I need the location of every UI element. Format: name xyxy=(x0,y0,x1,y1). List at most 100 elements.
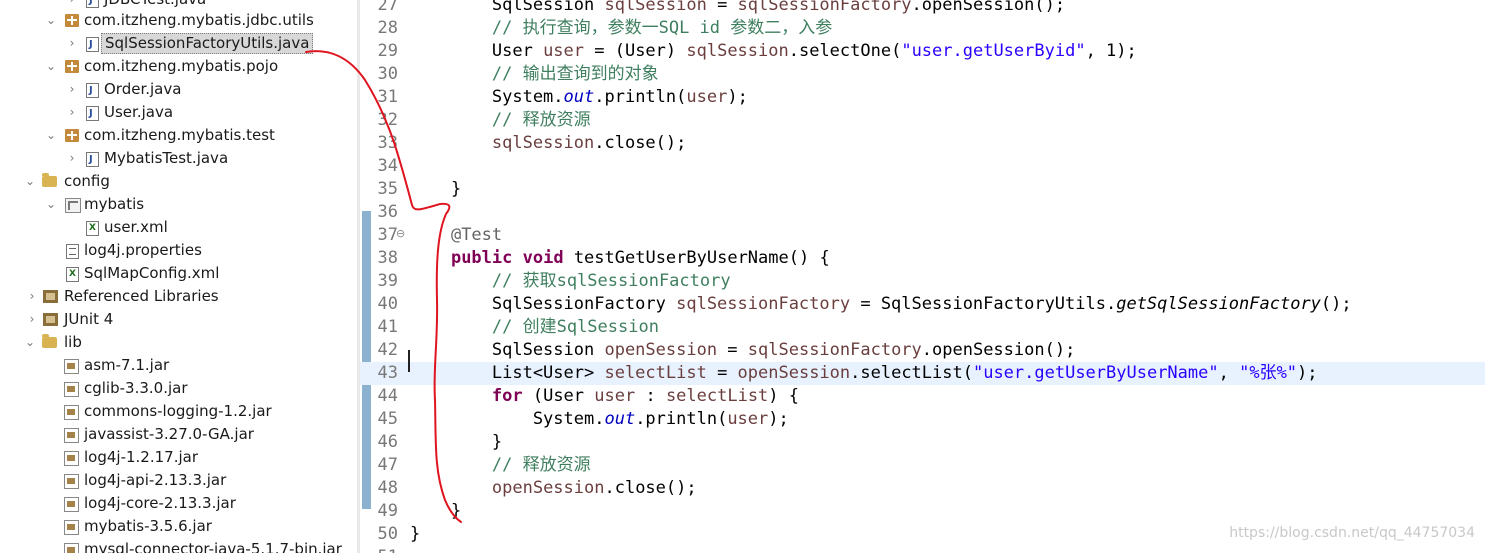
code-line[interactable]: 49 } xyxy=(360,500,1485,523)
chevron-down-icon[interactable]: ⌄ xyxy=(45,193,57,216)
code-line[interactable]: 51 xyxy=(360,546,1485,553)
tree-item-label: log4j-1.2.17.jar xyxy=(84,448,198,466)
code-text[interactable]: // 释放资源 xyxy=(410,454,591,477)
code-text[interactable]: // 输出查询到的对象 xyxy=(410,63,659,86)
code-line[interactable]: 40 SqlSessionFactory sqlSessionFactory =… xyxy=(360,293,1485,316)
line-number: 46 xyxy=(377,432,398,452)
code-text[interactable]: // 创建SqlSession xyxy=(410,316,659,339)
watermark: https://blog.csdn.net/qq_44757034 xyxy=(1229,525,1475,541)
chevron-right-icon[interactable]: › xyxy=(66,101,78,124)
code-line[interactable]: 38 public void testGetUserByUserName() { xyxy=(360,247,1485,270)
chevron-right-icon[interactable]: › xyxy=(66,147,78,170)
folder-icon xyxy=(42,334,57,348)
line-number: 31 xyxy=(377,87,398,107)
code-text[interactable]: sqlSession.close(); xyxy=(410,132,686,155)
line-number: 36 xyxy=(377,202,398,222)
line-number: 37 xyxy=(377,225,398,245)
jar-icon xyxy=(64,451,79,466)
java-editor[interactable]: 27 SqlSession sqlSession = sqlSessionFac… xyxy=(360,0,1485,553)
chevron-right-icon[interactable]: › xyxy=(66,78,78,101)
tree-item-label: javassist-3.27.0-GA.jar xyxy=(84,425,254,443)
code-text[interactable]: System.out.println(user); xyxy=(410,408,789,431)
jar-icon xyxy=(64,428,79,443)
code-line[interactable]: 42 SqlSession openSession = sqlSessionFa… xyxy=(360,339,1485,362)
code-line[interactable]: 41 // 创建SqlSession xyxy=(360,316,1485,339)
chevron-down-icon[interactable]: ⌄ xyxy=(24,170,36,193)
tree-item-label: asm-7.1.jar xyxy=(84,356,170,374)
code-line[interactable]: 32 // 释放资源 xyxy=(360,109,1485,132)
chevron-down-icon[interactable]: ⌄ xyxy=(24,331,36,354)
line-number: 30 xyxy=(377,64,398,84)
jar-icon xyxy=(64,359,79,374)
chevron-right-icon[interactable]: › xyxy=(26,308,38,331)
jar-icon xyxy=(64,520,79,535)
code-line[interactable]: 35 } xyxy=(360,178,1485,201)
code-line[interactable]: 39 // 获取sqlSessionFactory xyxy=(360,270,1485,293)
code-line[interactable]: 36 xyxy=(360,201,1485,224)
tree-item-label: SqlMapConfig.xml xyxy=(84,264,220,282)
package-icon xyxy=(65,60,79,73)
tree-item-label: log4j-core-2.13.3.jar xyxy=(84,494,236,512)
code-text[interactable]: @Test xyxy=(410,224,502,247)
code-text[interactable]: SqlSession sqlSession = sqlSessionFactor… xyxy=(410,0,1065,17)
tree-item-label: com.itzheng.mybatis.jdbc.utils xyxy=(84,11,314,29)
tree-item-label: user.xml xyxy=(104,218,168,236)
code-text[interactable]: SqlSessionFactory sqlSessionFactory = Sq… xyxy=(410,293,1352,316)
code-text[interactable]: } xyxy=(410,523,420,546)
code-line[interactable]: 47 // 释放资源 xyxy=(360,454,1485,477)
code-line[interactable]: 28 // 执行查询，参数一SQL id 参数二，入参 xyxy=(360,17,1485,40)
code-line[interactable]: 34 xyxy=(360,155,1485,178)
code-text[interactable]: List<User> selectList = openSession.sele… xyxy=(410,362,1318,385)
properties-file-icon xyxy=(66,244,79,259)
code-text[interactable]: openSession.close(); xyxy=(410,477,697,500)
tree-item-label: commons-logging-1.2.jar xyxy=(84,402,272,420)
chevron-down-icon[interactable]: ⌄ xyxy=(45,124,57,147)
xml-file-icon xyxy=(66,263,79,286)
code-line[interactable]: 48 openSession.close(); xyxy=(360,477,1485,500)
code-line[interactable]: 31 System.out.println(user); xyxy=(360,86,1485,109)
code-text[interactable]: for (User user : selectList) { xyxy=(410,385,799,408)
line-number: 40 xyxy=(377,294,398,314)
code-text[interactable]: } xyxy=(410,431,502,454)
chevron-down-icon[interactable]: ⌄ xyxy=(45,55,57,78)
code-line[interactable]: 37 ⊖ @Test xyxy=(360,224,1485,247)
code-text[interactable]: System.out.println(user); xyxy=(410,86,748,109)
code-line[interactable]: 27 SqlSession sqlSession = sqlSessionFac… xyxy=(360,0,1485,17)
code-line[interactable]: 33 sqlSession.close(); xyxy=(360,132,1485,155)
code-line[interactable]: 45 System.out.println(user); xyxy=(360,408,1485,431)
source-folder-icon xyxy=(42,173,57,187)
code-line[interactable]: 29 User user = (User) sqlSession.selectO… xyxy=(360,40,1485,63)
code-line[interactable]: 46 } xyxy=(360,431,1485,454)
library-icon xyxy=(43,290,58,303)
tree-item-label: log4j.properties xyxy=(84,241,202,259)
chevron-down-icon[interactable]: ⌄ xyxy=(45,9,57,32)
code-text[interactable]: } xyxy=(410,500,461,523)
java-file-icon xyxy=(86,148,99,171)
tree-item-label: User.java xyxy=(104,103,174,121)
chevron-right-icon[interactable]: › xyxy=(26,285,38,308)
line-number: 32 xyxy=(377,110,398,130)
line-number: 45 xyxy=(377,409,398,429)
line-number: 35 xyxy=(377,179,398,199)
code-line[interactable]: 44 for (User user : selectList) { xyxy=(360,385,1485,408)
tree-item-label: mybatis xyxy=(84,195,145,213)
chevron-right-icon[interactable]: › xyxy=(66,32,78,55)
code-text[interactable]: // 执行查询，参数一SQL id 参数二，入参 xyxy=(410,17,832,40)
code-text[interactable]: // 释放资源 xyxy=(410,109,591,132)
code-line[interactable]: 30 // 输出查询到的对象 xyxy=(360,63,1485,86)
code-text[interactable]: public void testGetUserByUserName() { xyxy=(410,247,830,270)
java-file-icon xyxy=(86,79,99,102)
java-file-icon xyxy=(86,102,99,125)
tree-item-label: mysql-connector-java-5.1.7-bin.jar xyxy=(84,540,342,553)
chevron-right-icon[interactable]: › xyxy=(66,0,78,11)
tree-item-label: JUnit 4 xyxy=(64,310,114,328)
code-text[interactable]: SqlSession openSession = sqlSessionFacto… xyxy=(410,339,1075,362)
code-line[interactable]: 43 List<User> selectList = openSession.s… xyxy=(360,362,1485,385)
code-text[interactable]: // 获取sqlSessionFactory xyxy=(410,270,731,293)
tree-item-label: SqlSessionFactoryUtils.java xyxy=(101,33,314,54)
code-text[interactable]: User user = (User) sqlSession.selectOne(… xyxy=(410,40,1137,63)
jar-icon xyxy=(64,543,79,553)
code-text[interactable]: } xyxy=(410,178,461,201)
fold-toggle-icon[interactable]: ⊖ xyxy=(396,222,405,245)
tree-item-label: MybatisTest.java xyxy=(104,149,229,167)
